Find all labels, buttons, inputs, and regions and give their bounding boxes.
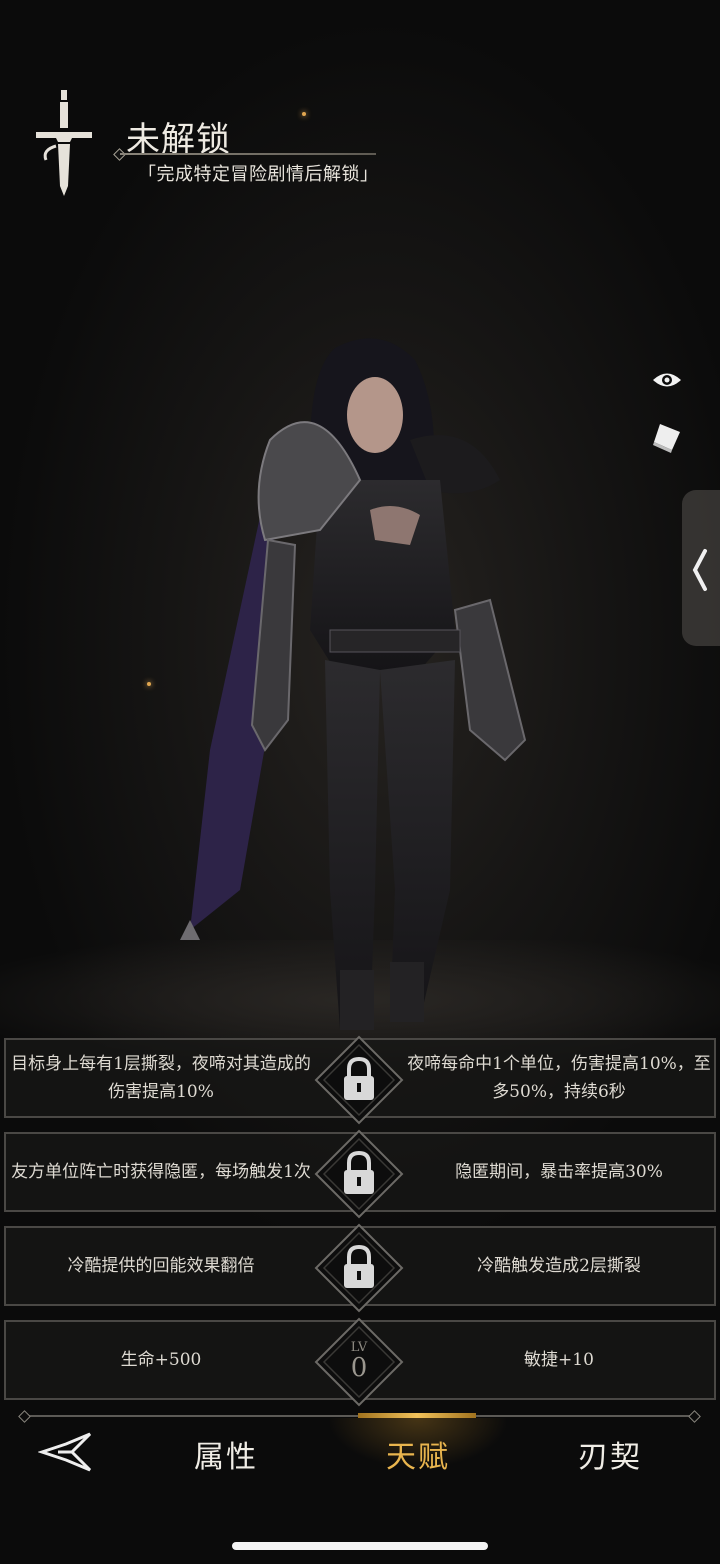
character-model [180, 338, 527, 1030]
active-tab-indicator [358, 1413, 476, 1418]
chevron-left-icon[interactable] [690, 548, 708, 592]
talent-option-left[interactable]: 友方单位阵亡时获得隐匿，每场触发1次 [6, 1134, 316, 1210]
talent-lock-node[interactable] [314, 1129, 404, 1219]
tab-attributes[interactable]: 属性 [194, 1432, 258, 1476]
talent-lock-node[interactable] [314, 1223, 404, 1313]
level-value: 0 [350, 1353, 368, 1383]
ember-particle [147, 682, 151, 686]
unlock-hint: 「完成特定冒险剧情后解锁」 [138, 164, 379, 185]
game-logo-icon[interactable] [38, 1430, 94, 1476]
tab-blade-pact[interactable]: 刃契 [578, 1432, 642, 1476]
lock-icon [314, 1129, 404, 1219]
sword-emblem-icon [36, 90, 92, 196]
talent-option-right[interactable]: 冷酷触发造成2层撕裂 [404, 1228, 714, 1304]
lock-icon [314, 1223, 404, 1313]
talent-option-right[interactable]: 敏捷+10 [404, 1322, 714, 1398]
book-icon[interactable] [650, 420, 684, 454]
talent-option-right[interactable]: 隐匿期间，暴击率提高30% [404, 1134, 714, 1210]
eye-icon[interactable] [650, 366, 684, 394]
home-indicator[interactable] [232, 1542, 488, 1550]
tab-talents[interactable]: 天赋 [386, 1432, 450, 1476]
talent-option-left[interactable]: 目标身上每有1层撕裂，夜啼对其造成的伤害提高10% [6, 1040, 316, 1116]
talent-option-left[interactable]: 冷酷提供的回能效果翻倍 [6, 1228, 316, 1304]
header-divider [120, 153, 376, 155]
talent-option-left[interactable]: 生命+500 [6, 1322, 316, 1398]
level-node[interactable]: LV 0 [314, 1317, 404, 1407]
talent-option-right[interactable]: 夜啼每命中1个单位，伤害提高10%，至多50%，持续6秒 [404, 1040, 714, 1116]
ember-particle [302, 112, 306, 116]
lock-icon [314, 1035, 404, 1125]
talent-lock-node[interactable] [314, 1035, 404, 1125]
